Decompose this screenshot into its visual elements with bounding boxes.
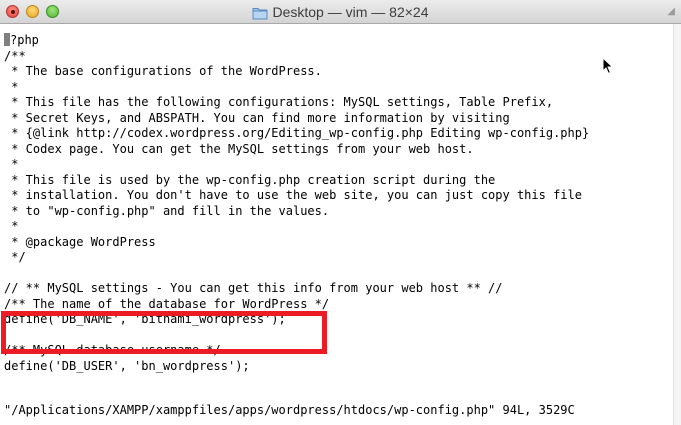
window-title-group: Desktop — vim — 82×24 — [0, 3, 681, 21]
code-line-11: * installation. You don't have to use th… — [4, 188, 582, 202]
vim-status-line: "/Applications/XAMPP/xamppfiles/apps/wor… — [4, 403, 575, 417]
code-line-8: * Codex page. You can get the MySQL sett… — [4, 141, 474, 156]
code-line-7: * {@link http://codex.wordpress.org/Edit… — [4, 126, 590, 140]
code-line-5: * This file has the following configurat… — [4, 95, 554, 109]
code-line-1: ?php — [4, 33, 589, 49]
mouse-pointer-icon — [602, 57, 614, 75]
code-line-3: * The base configurations of the WordPre… — [4, 64, 322, 78]
code-line-12: * to "wp-config.php" and fill in the val… — [4, 203, 330, 218]
scrollbar[interactable] — [673, 24, 681, 425]
window-title: Desktop — vim — 82×24 — [272, 4, 429, 20]
folder-icon — [252, 8, 268, 20]
code-line-15: */ — [4, 250, 26, 264]
code-line-10: * This file is used by the wp-config.php… — [4, 172, 496, 187]
code-line-9: * — [4, 157, 19, 171]
toolbar-toggle-icon[interactable]: ◢ — [667, 6, 675, 17]
code-line-6: * Secret Keys, and ABSPATH. You can find… — [4, 110, 510, 125]
code-line-22: define('DB_USER', 'bn_wordpress'); — [4, 358, 250, 373]
title-bar[interactable]: Desktop — vim — 82×24 ◢ — [0, 0, 681, 24]
code-line-18: /** The name of the database for WordPre… — [4, 296, 330, 311]
code-line-14: * @package WordPress — [4, 234, 156, 249]
code-line-4: * — [4, 79, 19, 94]
code-line-17: // ** MySQL settings - You can get this … — [4, 281, 503, 295]
code-line-1-text: ?php — [10, 33, 39, 47]
code-line-13: * — [4, 219, 19, 233]
terminal-window: Desktop — vim — 82×24 ◢ ?php /** * The b… — [0, 0, 681, 425]
code-line-2: /** — [4, 48, 26, 63]
highlight-annotation-box — [1, 311, 327, 354]
